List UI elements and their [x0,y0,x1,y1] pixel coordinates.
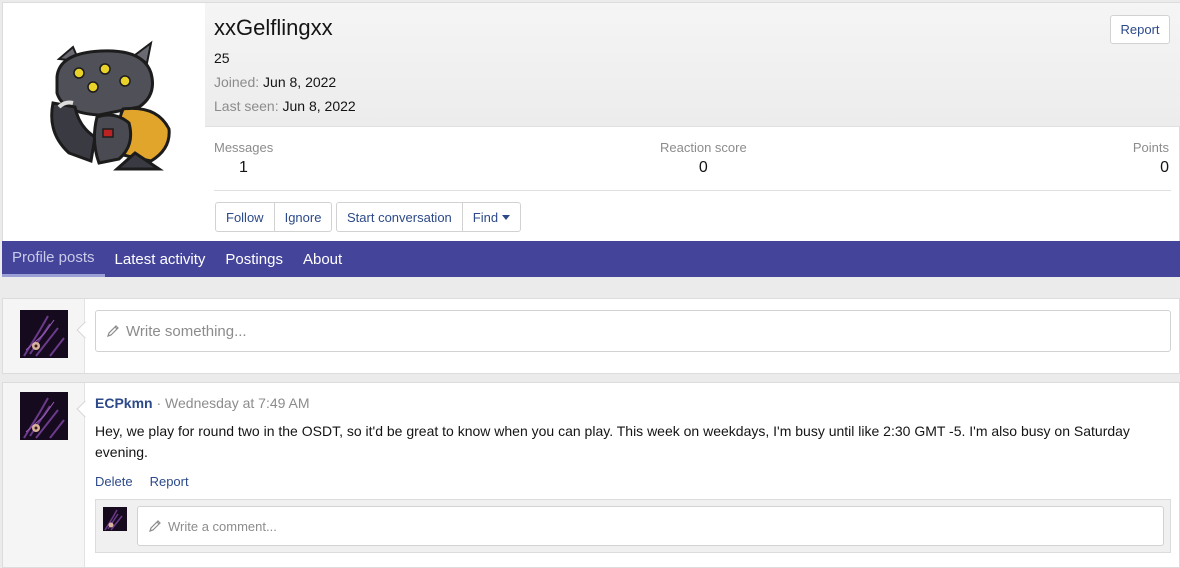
stat-messages-label: Messages [214,140,274,155]
profile-joined: Joined: Jun 8, 2022 [214,74,336,90]
post-actions: Delete Report [95,474,189,489]
dark-creature-avatar-icon [20,310,68,358]
find-button[interactable]: Find [461,203,520,231]
tab-latest-activity[interactable]: Latest activity [105,241,216,277]
follow-ignore-group: Follow Ignore [215,202,333,232]
joined-value: Jun 8, 2022 [263,74,337,90]
pencil-icon [149,520,161,532]
ignore-button[interactable]: Ignore [273,203,332,231]
profile-last-seen: Last seen: Jun 8, 2022 [214,98,356,114]
post-body: Hey, we play for round two in the OSDT, … [95,423,1130,460]
dark-creature-avatar-icon [103,507,127,531]
pencil-icon [107,325,119,337]
delete-link[interactable]: Delete [95,474,133,489]
find-button-label: Find [472,209,499,225]
last-seen-label: Last seen: [214,98,279,114]
follow-button[interactable]: Follow [216,203,274,231]
profile-username: xxGelflingxx [214,15,333,40]
stat-points-value: 0 [1160,159,1169,176]
profile-report-button[interactable]: Report [1110,15,1170,44]
write-something-input[interactable]: Write something... [95,310,1171,352]
profile-tabs: Profile posts Latest activity Postings A… [2,241,1180,277]
write-something-placeholder: Write something... [126,322,247,340]
post-timestamp[interactable]: Wednesday at 7:49 AM [165,395,310,411]
profile-user-title: 25 [214,50,230,66]
stat-reaction-label: Reaction score [660,140,747,155]
composer-user-cell [3,299,94,373]
last-seen-value: Jun 8, 2022 [282,98,356,114]
stat-messages[interactable]: Messages 1 [214,140,273,177]
profile-post: ECPkmn · Wednesday at 7:49 AM Hey, we pl… [2,382,1180,568]
dark-creature-avatar-icon [20,392,68,440]
stat-points[interactable]: Points 0 [1133,140,1169,177]
composer-arrow [76,321,94,339]
conversation-find-group: Start conversation Find [336,202,522,232]
stat-reaction-score[interactable]: Reaction score 0 [660,140,747,177]
tab-profile-posts[interactable]: Profile posts [2,241,105,277]
avatar[interactable] [20,392,68,440]
post-arrow [76,400,94,418]
start-conversation-button[interactable]: Start conversation [337,203,462,231]
stat-messages-value: 1 [239,159,248,176]
avatar[interactable] [103,507,127,531]
post-header: ECPkmn · Wednesday at 7:49 AM [95,395,310,411]
tab-postings[interactable]: Postings [215,241,293,277]
profile-post-composer: Write something... [2,298,1180,374]
comment-area: Write a comment... [95,499,1171,553]
stat-reaction-value: 0 [698,159,708,176]
write-comment-placeholder: Write a comment... [168,518,277,534]
avatar[interactable] [20,310,68,358]
profile-header: xxGelflingxx 25 Joined: Jun 8, 2022 Last… [2,2,1180,241]
pokemon-sprite-avatar-icon [50,40,171,171]
post-author-link[interactable]: ECPkmn [95,395,153,411]
stat-points-label: Points [1132,140,1169,155]
write-comment-input[interactable]: Write a comment... [137,506,1164,546]
tab-about[interactable]: About [293,241,352,277]
post-user-cell [3,383,94,567]
post-separator: · [152,395,166,411]
report-link[interactable]: Report [150,474,189,489]
joined-label: Joined: [214,74,260,90]
caret-down-icon [502,214,511,220]
avatar[interactable] [13,15,205,203]
stats-divider [214,190,1171,191]
